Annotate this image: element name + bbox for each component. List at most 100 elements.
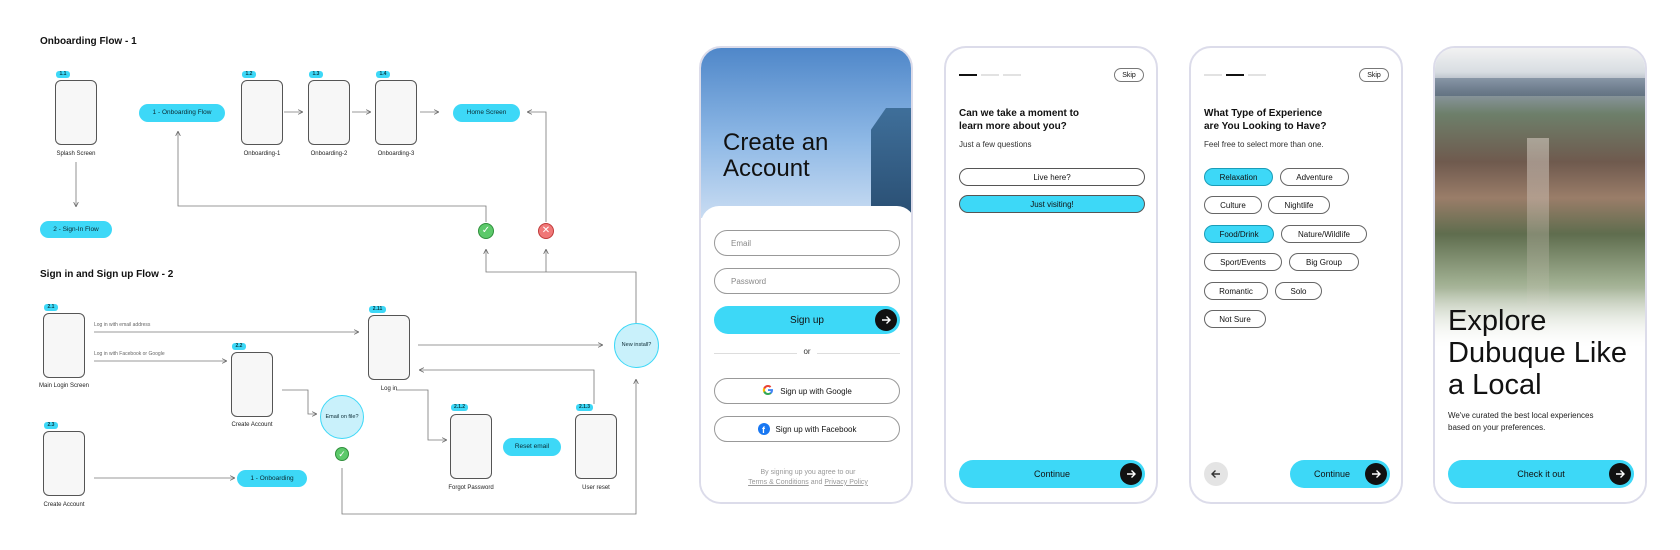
progress-step-1 <box>1204 74 1222 76</box>
chip-sport-events[interactable]: Sport/Events <box>1204 253 1282 271</box>
email-on-file-decision: Email on file? <box>320 395 364 439</box>
chip-nature-wildlife[interactable]: Nature/Wildlife <box>1281 225 1367 243</box>
option-just-visiting[interactable]: Just visiting! <box>959 195 1145 213</box>
signup-screen: Create an Account Email Password Sign up… <box>699 46 913 504</box>
create-account-frame[interactable] <box>231 352 273 417</box>
option-live-here[interactable]: Live here? <box>959 168 1145 186</box>
splash-badge: 1.1 <box>56 71 70 78</box>
terms-text: By signing up you agree to our Terms & C… <box>701 468 911 488</box>
explore-body: We've curated the best local experiences… <box>1448 411 1594 432</box>
reset-email-pill[interactable]: Reset email <box>503 438 561 456</box>
ob3-caption: Onboarding-3 <box>377 151 415 157</box>
ob1-badge: 1.2 <box>242 71 256 78</box>
home-screen-pill[interactable]: Home Screen <box>453 104 520 122</box>
email-field[interactable]: Email <box>714 230 900 256</box>
check-it-out-label: Check it out <box>1517 469 1565 479</box>
terms-link[interactable]: Terms & Conditions <box>748 479 809 486</box>
chip-big-group[interactable]: Big Group <box>1289 253 1359 271</box>
forgot-caption: Forgot Password <box>448 485 494 491</box>
arrow-right-icon <box>1365 463 1387 485</box>
onboarding-pill[interactable]: 1 - Onboarding <box>237 470 307 487</box>
progress-step-3 <box>1003 74 1021 76</box>
continue-label: Continue <box>1033 469 1071 479</box>
arrow-right-icon <box>875 309 897 331</box>
flow2-title: Sign in and Sign up Flow - 2 <box>40 269 174 280</box>
ob3-frame[interactable] <box>375 80 417 145</box>
forgot-password-frame[interactable] <box>450 414 492 479</box>
signup-headline: Create an Account <box>723 129 829 183</box>
ob2-badge: 1.3 <box>309 71 323 78</box>
user-reset-frame[interactable] <box>575 414 617 479</box>
river-photo <box>1435 78 1645 96</box>
back-button[interactable] <box>1204 462 1228 486</box>
chip-relaxation[interactable]: Relaxation <box>1204 168 1273 186</box>
and-word: and <box>810 478 823 486</box>
facebook-signup-button[interactable]: f Sign up with Facebook <box>714 416 900 442</box>
new-install-decision: New install? <box>614 323 659 368</box>
chip-food-drink[interactable]: Food/Drink <box>1204 225 1274 243</box>
explore-screen: Explore Dubuque Like a Local We've curat… <box>1433 46 1647 504</box>
signin-flow-pill[interactable]: 2 - Sign-In Flow <box>40 221 112 238</box>
login-caption: Log in <box>380 386 398 392</box>
or-label: or <box>797 347 817 356</box>
about-question: Can we take a moment to learn more about… <box>959 108 1080 132</box>
check-icon: ✓ <box>335 447 349 461</box>
continue-button[interactable]: Continue <box>959 460 1145 488</box>
login-badge: 2.11 <box>369 306 386 313</box>
flow1-title: Onboarding Flow - 1 <box>40 36 137 47</box>
social-login-note: Log in with Facebook or Google <box>94 351 165 357</box>
create2-badge: 2.3 <box>44 422 58 429</box>
progress-step-2 <box>981 74 999 76</box>
ob3-badge: 1.4 <box>376 71 390 78</box>
continue-button[interactable]: Continue <box>1290 460 1390 488</box>
email-login-note: Log in with email address <box>94 322 151 328</box>
continue-label: Continue <box>1313 469 1351 479</box>
user-reset-badge: 2.1.3 <box>576 404 593 411</box>
create-account-badge: 2.2 <box>232 343 246 350</box>
login-frame[interactable] <box>368 315 410 380</box>
chip-culture[interactable]: Culture <box>1204 196 1262 214</box>
main-login-frame[interactable] <box>43 313 85 378</box>
check-icon: ✓ <box>478 223 494 239</box>
signup-button-label: Sign up <box>790 314 824 326</box>
ob1-caption: Onboarding-1 <box>243 151 281 157</box>
main-login-badge: 2.1 <box>44 304 58 311</box>
experience-question: What Type of Experience are You Looking … <box>1204 108 1327 132</box>
about-subtitle: Just a few questions <box>959 140 1032 149</box>
ob1-frame[interactable] <box>241 80 283 145</box>
terms-line: By signing up you agree to our <box>760 469 856 476</box>
google-icon <box>762 384 774 398</box>
ob2-caption: Onboarding-2 <box>310 151 348 157</box>
skip-button[interactable]: Skip <box>1114 68 1144 82</box>
chip-adventure[interactable]: Adventure <box>1280 168 1349 186</box>
create2-frame[interactable] <box>43 431 85 496</box>
arrow-right-icon <box>1120 463 1142 485</box>
ob2-frame[interactable] <box>308 80 350 145</box>
password-field[interactable]: Password <box>714 268 900 294</box>
skip-button[interactable]: Skip <box>1359 68 1389 82</box>
signup-button[interactable]: Sign up <box>714 306 900 334</box>
facebook-signup-label: Sign up with Facebook <box>775 424 857 434</box>
facebook-icon: f <box>757 423 770 435</box>
onboarding-flow-pill[interactable]: 1 - Onboarding Flow <box>139 104 225 122</box>
explore-headline: Explore Dubuque Like a Local <box>1448 305 1627 401</box>
splash-caption: Splash Screen <box>56 151 96 157</box>
arrow-left-icon <box>1211 470 1220 478</box>
progress-step-3 <box>1248 74 1266 76</box>
progress-step-1 <box>959 74 977 76</box>
splash-frame[interactable] <box>55 80 97 145</box>
main-login-caption: Main Login Screen <box>38 383 90 389</box>
chip-not-sure[interactable]: Not Sure <box>1204 310 1266 328</box>
experience-screen: Skip What Type of Experience are You Loo… <box>1189 46 1403 504</box>
about-screen: Skip Can we take a moment to learn more … <box>944 46 1158 504</box>
google-signup-label: Sign up with Google <box>780 386 852 396</box>
create-account-caption: Create Account <box>231 422 273 428</box>
chip-romantic[interactable]: Romantic <box>1204 282 1268 300</box>
chip-solo[interactable]: Solo <box>1275 282 1322 300</box>
chip-nightlife[interactable]: Nightlife <box>1268 196 1330 214</box>
google-signup-button[interactable]: Sign up with Google <box>714 378 900 404</box>
arrow-right-icon <box>1609 463 1631 485</box>
check-it-out-button[interactable]: Check it out <box>1448 460 1634 488</box>
close-icon: ✕ <box>538 223 554 239</box>
privacy-link[interactable]: Privacy Policy <box>824 479 868 486</box>
